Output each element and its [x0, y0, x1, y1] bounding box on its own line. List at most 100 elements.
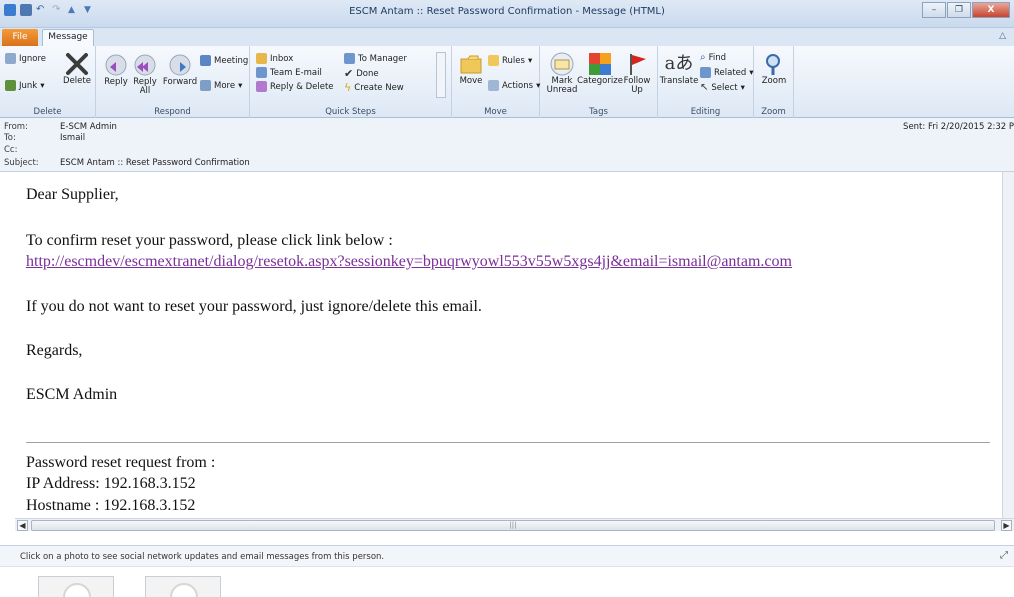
- find-label: Find: [708, 52, 727, 63]
- from-value[interactable]: E-SCM Admin: [60, 122, 117, 132]
- ribbon: Ignore Junk ▾ Delete Delete Reply Reply …: [0, 46, 1014, 118]
- move-label: Move: [459, 76, 483, 86]
- rules-icon: [488, 55, 499, 66]
- delete-button[interactable]: Delete: [62, 51, 92, 86]
- categorize-label: Categorize: [577, 76, 623, 86]
- junk-button[interactable]: Junk ▾: [5, 80, 45, 91]
- actions-icon: [488, 80, 499, 91]
- scroll-left-arrow[interactable]: ◀: [17, 520, 28, 531]
- reply-all-label: Reply All: [133, 77, 157, 96]
- cc-label: Cc:: [4, 145, 18, 155]
- subject-label: Subject:: [4, 158, 39, 168]
- to-label: To:: [4, 133, 16, 143]
- people-pane-text: Click on a photo to see social network u…: [20, 552, 385, 562]
- group-label-delete: Delete: [33, 107, 62, 117]
- related-icon: [700, 67, 711, 78]
- quickstep-to-manager[interactable]: To Manager: [344, 53, 407, 64]
- select-button[interactable]: ↖ Select ▾: [700, 82, 745, 93]
- reply-all-button[interactable]: Reply All: [131, 52, 159, 96]
- rules-label: Rules: [502, 55, 525, 66]
- scroll-right-arrow[interactable]: ▶: [1001, 520, 1012, 531]
- to-manager-label: To Manager: [358, 53, 407, 64]
- quickstep-team-email[interactable]: Team E-mail: [256, 67, 322, 78]
- follow-up-label: Follow Up: [623, 76, 651, 95]
- group-editing: aあ Translate ⌕ Find Related ▾ ↖ Select ▾ E…: [658, 46, 754, 118]
- inbox-icon: [256, 53, 267, 64]
- done-label: Done: [356, 68, 379, 79]
- to-row: To: Ismail: [4, 133, 85, 143]
- signature: ESCM Admin: [26, 386, 118, 403]
- quickstep-reply-delete[interactable]: Reply & Delete: [256, 81, 334, 92]
- inbox-label: Inbox: [270, 53, 294, 64]
- group-label-move: Move: [484, 107, 507, 117]
- related-button[interactable]: Related ▾: [700, 67, 754, 78]
- subject-row: Subject: ESCM Antam :: Reset Password Co…: [4, 158, 250, 168]
- minimize-button[interactable]: –: [922, 2, 946, 18]
- from-row: From: E-SCM Admin: [4, 122, 117, 132]
- move-folder-icon: [460, 55, 482, 74]
- categorize-button[interactable]: Categorize: [577, 51, 623, 86]
- to-value[interactable]: Ismail: [60, 133, 85, 143]
- ip-address: IP Address: 192.168.3.152: [26, 475, 196, 492]
- follow-up-button[interactable]: Follow Up: [622, 51, 652, 95]
- expand-icon[interactable]: ⤢: [1000, 550, 1008, 561]
- move-button[interactable]: Move: [456, 51, 486, 86]
- group-zoom: Zoom Zoom: [754, 46, 794, 118]
- group-delete: Ignore Junk ▾ Delete Delete: [0, 46, 96, 118]
- quickstep-inbox[interactable]: Inbox: [256, 53, 293, 64]
- close-button[interactable]: X: [972, 2, 1010, 18]
- person-placeholder-icon: [170, 583, 198, 597]
- more-respond-icon: [200, 80, 211, 91]
- reset-link[interactable]: http://escmdev/escmextranet/dialog/reset…: [26, 253, 792, 271]
- person-photo[interactable]: [145, 576, 221, 597]
- reply-delete-icon: [256, 81, 267, 92]
- ribbon-tabs: File Message △: [0, 28, 1014, 47]
- person-placeholder-icon: [63, 583, 91, 597]
- team-email-label: Team E-mail: [270, 67, 322, 78]
- vertical-scrollbar[interactable]: [1002, 172, 1014, 518]
- junk-icon: [5, 80, 16, 91]
- actions-button[interactable]: Actions ▾: [488, 80, 540, 91]
- regards: Regards,: [26, 342, 83, 359]
- reply-button[interactable]: Reply: [102, 52, 130, 87]
- binoculars-icon: ⌕: [700, 52, 706, 63]
- ignore-icon: [5, 53, 16, 64]
- scroll-thumb[interactable]: |||: [31, 520, 995, 531]
- group-tags: Mark Unread Categorize Follow Up Tags: [540, 46, 658, 118]
- group-quick-steps: Inbox Team E-mail Reply & Delete To Mana…: [250, 46, 452, 118]
- ignore-button[interactable]: Ignore: [5, 53, 46, 64]
- meeting-button[interactable]: Meeting: [200, 55, 248, 66]
- message-body: Dear Supplier, To confirm reset your pas…: [15, 172, 1005, 518]
- sent-date: Sent: Fri 2/20/2015 2:32 P: [903, 122, 1014, 132]
- flag-icon: [630, 54, 646, 75]
- magnifier-icon: [766, 54, 780, 75]
- from-label: From:: [4, 122, 28, 132]
- restore-button[interactable]: ❐: [947, 2, 971, 18]
- quickstep-create-new[interactable]: ϟ Create New: [344, 81, 404, 94]
- greeting: Dear Supplier,: [26, 186, 119, 203]
- horizontal-scrollbar[interactable]: ◀ ||| ▶: [15, 518, 1014, 531]
- categorize-icon: [589, 53, 611, 75]
- translate-button[interactable]: aあ Translate: [660, 51, 699, 86]
- team-email-icon: [256, 67, 267, 78]
- ignore-label: Ignore: [19, 53, 47, 64]
- person-photo[interactable]: [38, 576, 114, 597]
- group-label-zoom: Zoom: [761, 107, 786, 117]
- rules-button[interactable]: Rules ▾: [488, 55, 532, 66]
- forward-label: Forward: [162, 77, 198, 87]
- quick-steps-scroll[interactable]: [436, 52, 446, 98]
- more-respond-button[interactable]: More ▾: [200, 80, 242, 91]
- tab-message[interactable]: Message: [42, 29, 94, 47]
- mark-unread-button[interactable]: Mark Unread: [546, 51, 578, 95]
- meeting-label: Meeting: [214, 55, 249, 66]
- find-button[interactable]: ⌕ Find: [700, 52, 726, 63]
- zoom-button[interactable]: Zoom: [758, 51, 790, 86]
- hostname: Hostname : 192.168.3.152: [26, 497, 196, 514]
- minimize-ribbon-icon[interactable]: △: [999, 31, 1006, 41]
- mark-unread-label: Mark Unread: [546, 76, 578, 95]
- ignore-note: If you do not want to reset your passwor…: [26, 298, 482, 315]
- checkmark-icon: ✔: [344, 67, 354, 80]
- quickstep-done[interactable]: ✔ Done: [344, 67, 379, 80]
- tab-file[interactable]: File: [2, 29, 38, 46]
- forward-button[interactable]: Forward: [162, 52, 198, 87]
